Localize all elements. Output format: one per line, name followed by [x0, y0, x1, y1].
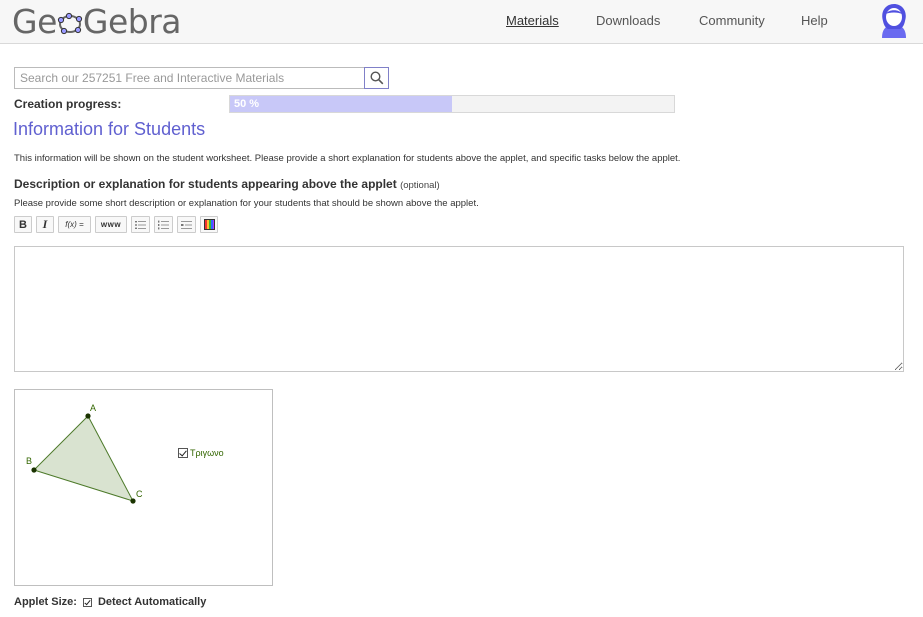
- indent-icon: [181, 220, 192, 229]
- search-input[interactable]: [14, 67, 364, 89]
- progress-percent: 50 %: [234, 98, 260, 110]
- triangle-shape[interactable]: [33, 415, 135, 502]
- applet-canvas[interactable]: A B C: [15, 390, 272, 585]
- editor-toolbar: B I f(x) = www: [14, 216, 218, 234]
- color-palette-icon: [203, 219, 215, 230]
- applet-size-label: Applet Size:: [14, 596, 77, 608]
- optional-tag: (optional): [400, 180, 440, 191]
- numbered-list-button[interactable]: [154, 216, 173, 233]
- italic-button[interactable]: I: [36, 216, 54, 233]
- point-c-label: C: [136, 489, 143, 499]
- point-a-label: A: [90, 403, 96, 413]
- search-icon: [369, 71, 383, 85]
- bullet-list-button[interactable]: [131, 216, 150, 233]
- point-b-label: B: [26, 456, 32, 466]
- indent-button[interactable]: [177, 216, 196, 233]
- detect-automatically-checkbox[interactable]: [82, 597, 92, 607]
- applet-checkbox-triangle[interactable]: Τριγωνο: [178, 448, 224, 458]
- point-b-marker[interactable]: [31, 467, 37, 473]
- search-button[interactable]: [364, 67, 389, 89]
- description-heading: Description or explanation for students …: [14, 177, 440, 191]
- page-title: Information for Students: [13, 119, 206, 139]
- description-help-text: Please provide some short description or…: [14, 198, 479, 209]
- logo-ring-icon: [57, 3, 83, 39]
- nav-help[interactable]: Help: [801, 0, 828, 40]
- progress-fill: [230, 96, 452, 112]
- numbered-list-icon: [158, 220, 169, 229]
- formula-button[interactable]: f(x) =: [58, 216, 91, 233]
- applet-checkbox-label: Τριγωνο: [190, 448, 224, 458]
- point-a-marker[interactable]: [85, 413, 91, 419]
- progress-label: Creation progress:: [14, 97, 122, 111]
- color-button[interactable]: [200, 216, 218, 233]
- bold-button[interactable]: B: [14, 216, 32, 233]
- detect-automatically-label[interactable]: Detect Automatically: [98, 596, 206, 608]
- checkbox-checked-icon[interactable]: [178, 448, 188, 458]
- bullet-list-icon: [135, 220, 146, 229]
- top-header: Ge Gebra Materials Downloads Community H…: [0, 0, 923, 44]
- logo-text-start: Ge: [12, 1, 57, 41]
- nav-downloads[interactable]: Downloads: [596, 0, 660, 40]
- geogebra-applet[interactable]: A B C Τριγωνο: [14, 389, 273, 586]
- nav-community[interactable]: Community: [699, 0, 765, 40]
- description-heading-text: Description or explanation for students …: [14, 177, 397, 191]
- description-textarea[interactable]: [14, 246, 904, 372]
- point-c-marker[interactable]: [130, 498, 136, 504]
- applet-size-row: Applet Size: Detect Automatically: [14, 596, 206, 608]
- geogebra-logo[interactable]: Ge Gebra: [12, 1, 182, 41]
- nav-materials[interactable]: Materials: [506, 0, 559, 40]
- progress-bar: 50 %: [229, 95, 675, 113]
- link-button[interactable]: www: [95, 216, 127, 233]
- search-bar: [14, 67, 389, 89]
- logo-text-end: Gebra: [82, 1, 182, 41]
- user-avatar-icon[interactable]: [876, 1, 912, 39]
- info-text: This information will be shown on the st…: [14, 153, 681, 164]
